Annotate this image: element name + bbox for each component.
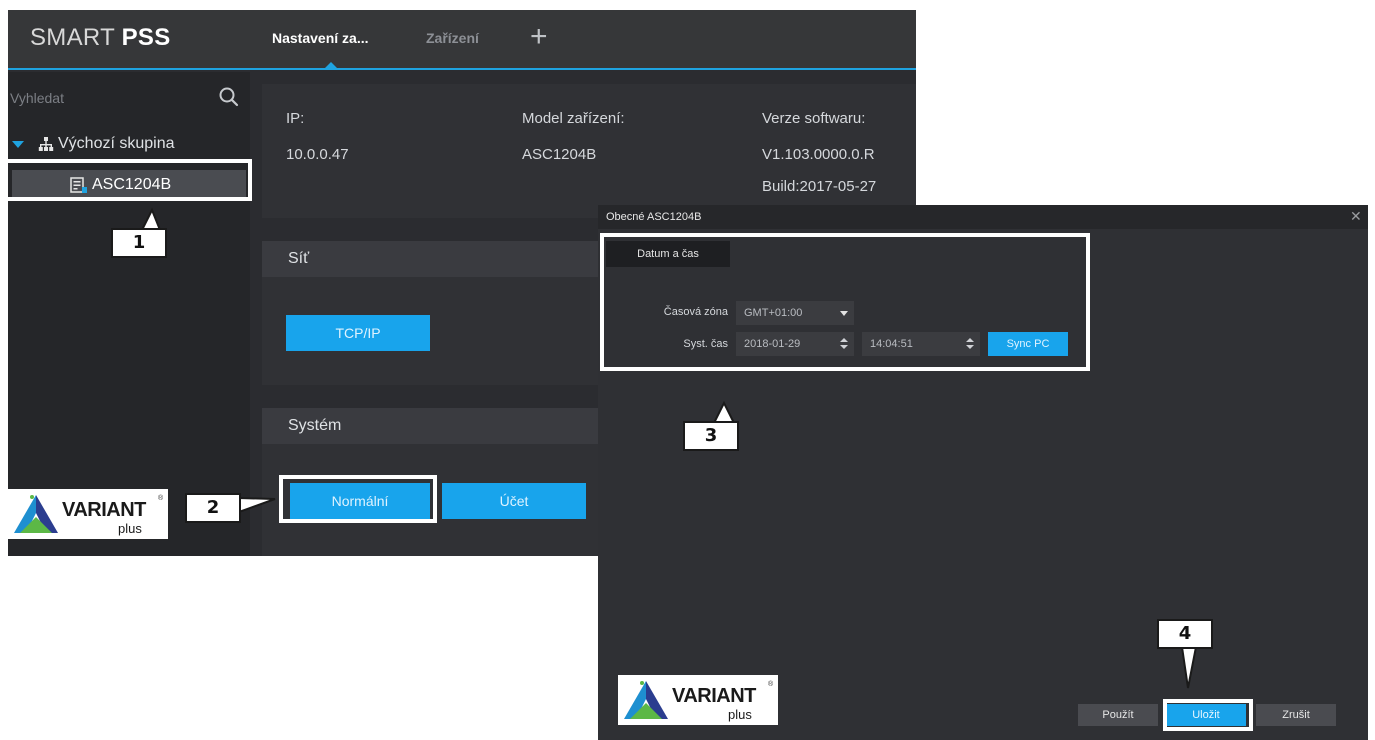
model-label: Model zařízení:: [522, 110, 625, 127]
logo-sub: plus: [728, 707, 752, 722]
variant-plus-logo-dialog: VARIANT plus ®: [618, 675, 778, 725]
logo-word: VARIANT: [62, 499, 146, 521]
plus-icon[interactable]: +: [530, 22, 548, 52]
app-title-light: SMART: [30, 24, 122, 51]
tcpip-button[interactable]: TCP/IP: [286, 315, 430, 351]
search-box: [8, 84, 250, 112]
software-value: V1.103.0000.0.R: [762, 146, 875, 163]
build-value: Build:2017-05-27: [762, 178, 877, 195]
account-button[interactable]: Účet: [442, 483, 586, 519]
cancel-button[interactable]: Zrušit: [1256, 704, 1336, 726]
title-bar: SMART PSS Nastavení za... Zařízení +: [8, 10, 916, 70]
system-panel-title: Systém: [288, 417, 342, 434]
sidebar: Výchozí skupina ASC1204B: [8, 72, 250, 556]
close-icon[interactable]: ✕: [1350, 209, 1362, 223]
group-label: Výchozí skupina: [58, 135, 175, 152]
logo-word: VARIANT: [672, 685, 756, 707]
callout-1: 1: [111, 228, 167, 258]
model-value: ASC1204B: [522, 146, 597, 163]
dialog-title: Obecné ASC1204B: [606, 211, 702, 223]
group-tree-icon: [38, 137, 54, 151]
ip-label: IP:: [286, 110, 305, 127]
ip-value: 10.0.0.47: [286, 146, 349, 163]
tree-group-default[interactable]: Výchozí skupina: [12, 132, 175, 156]
logo-sub: plus: [118, 521, 142, 536]
callout-4: 4: [1157, 619, 1213, 649]
variant-plus-logo: VARIANT plus ®: [8, 489, 168, 539]
tab-device-settings[interactable]: Nastavení za...: [272, 30, 369, 46]
dialog-title-bar: Obecné ASC1204B ✕: [598, 205, 1368, 229]
chevron-down-icon[interactable]: [12, 140, 24, 148]
active-tab-indicator: [325, 62, 337, 68]
device-info-panel: IP: 10.0.0.47 Model zařízení: ASC1204B V…: [262, 84, 916, 218]
search-icon[interactable]: [218, 86, 240, 108]
logo-registered: ®: [158, 495, 164, 502]
logo-mark-icon: [624, 681, 668, 719]
callout-3: 3: [683, 421, 739, 451]
highlight-device: [4, 159, 252, 201]
highlight-save: [1163, 699, 1253, 731]
logo-registered: ®: [768, 681, 774, 688]
search-input[interactable]: [8, 84, 218, 112]
highlight-normal: [279, 475, 437, 523]
highlight-date-time: [600, 233, 1090, 371]
software-label: Verze softwaru:: [762, 110, 866, 127]
app-title: SMART PSS: [30, 24, 171, 52]
tab-devices[interactable]: Zařízení: [426, 30, 479, 46]
callout-2: 2: [185, 493, 241, 523]
logo-mark-icon: [14, 495, 58, 533]
network-panel-title: Síť: [288, 250, 310, 267]
apply-button[interactable]: Použít: [1078, 704, 1158, 726]
app-title-bold: PSS: [121, 24, 171, 51]
